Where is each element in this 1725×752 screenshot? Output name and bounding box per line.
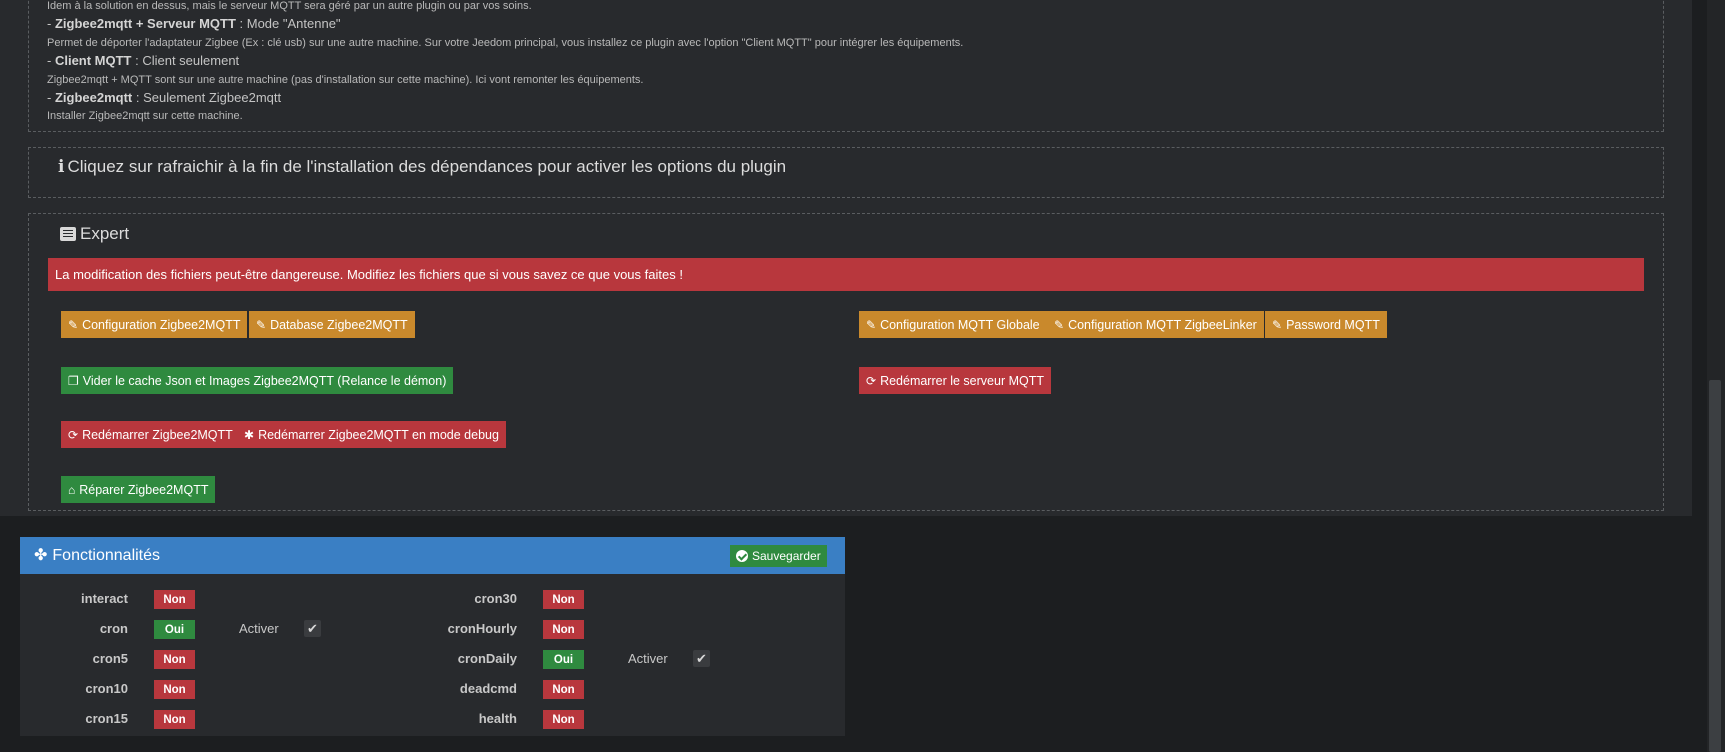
activate-cron-checkbox[interactable]: ✔ bbox=[304, 620, 321, 637]
refresh-info-message: i Cliquez sur rafraichir à la fin de l'in… bbox=[58, 157, 786, 177]
func-name-interact: interact bbox=[81, 591, 128, 606]
list-alt-icon bbox=[60, 227, 76, 241]
save-label: Sauvegarder bbox=[752, 549, 821, 563]
button-label: Redémarrer Zigbee2MQTT bbox=[82, 427, 233, 442]
password-mqtt-button[interactable]: ✎ Password MQTT bbox=[1265, 311, 1387, 338]
check-circle-icon bbox=[736, 550, 748, 562]
config-mqtt-globale-button[interactable]: ✎ Configuration MQTT Globale bbox=[859, 311, 1047, 338]
refresh-icon: ⟳ bbox=[68, 427, 79, 442]
mode-name: Client MQTT bbox=[54, 53, 132, 68]
status-badge: Non bbox=[543, 590, 584, 609]
func-name-cron30: cron30 bbox=[474, 591, 517, 606]
restart-mqtt-server-button[interactable]: ⟳ Redémarrer le serveur MQTT bbox=[859, 367, 1051, 394]
restart-zigbee2mqtt-debug-button[interactable]: ✱ Redémarrer Zigbee2MQTT en mode debug bbox=[237, 421, 506, 448]
status-badge: Non bbox=[154, 680, 195, 699]
status-badge: Non bbox=[154, 710, 195, 729]
save-button[interactable]: Sauvegarder bbox=[730, 545, 827, 567]
button-label: Database Zigbee2MQTT bbox=[270, 317, 408, 332]
mode-label: : Mode "Antenne" bbox=[235, 16, 341, 31]
puzzle-icon: ✤ bbox=[34, 546, 48, 564]
func-name-cron10: cron10 bbox=[85, 681, 128, 696]
mode-name: Zigbee2mqtt + Serveur MQTT bbox=[54, 16, 236, 31]
mode-name: Zigbee2mqtt bbox=[54, 90, 133, 105]
mode-description: Zigbee2mqtt + MQTT sont sur une autre ma… bbox=[47, 74, 644, 86]
edit-icon: ✎ bbox=[1272, 317, 1283, 332]
activate-label: Activer bbox=[239, 621, 279, 636]
config-mqtt-zigbeelinker-button[interactable]: ✎ Configuration MQTT ZigbeeLinker bbox=[1047, 311, 1264, 338]
status-badge: Non bbox=[154, 650, 195, 669]
activate-crondaily-checkbox[interactable]: ✔ bbox=[693, 650, 710, 667]
bug-icon: ✱ bbox=[244, 427, 255, 442]
check-icon: ✔ bbox=[696, 650, 707, 666]
restart-zigbee2mqtt-button[interactable]: ⟳ Redémarrer Zigbee2MQTT bbox=[61, 421, 240, 448]
copy-icon: ❐ bbox=[68, 373, 79, 388]
dash: - bbox=[47, 90, 55, 105]
func-name-cron5: cron5 bbox=[92, 651, 128, 666]
func-name-health: health bbox=[478, 711, 517, 726]
mode-label: : Client seulement bbox=[131, 53, 240, 68]
status-badge: Oui bbox=[543, 650, 584, 669]
activate-label: Activer bbox=[628, 651, 668, 666]
info-text: Cliquez sur rafraichir à la fin de l'ins… bbox=[67, 157, 787, 176]
mode-description: Installer Zigbee2mqtt sur cette machine. bbox=[47, 110, 243, 122]
mode-option-antenne: - Zigbee2mqtt + Serveur MQTT : Mode "Ant… bbox=[47, 16, 341, 31]
repair-zigbee2mqtt-button[interactable]: ⌂ Réparer Zigbee2MQTT bbox=[61, 476, 216, 503]
expert-title: Expert bbox=[60, 224, 129, 244]
status-badge: Non bbox=[154, 590, 195, 609]
scrollbar-thumb[interactable] bbox=[1709, 380, 1721, 752]
button-label: Redémarrer le serveur MQTT bbox=[880, 373, 1044, 388]
func-name-deadcmd: deadcmd bbox=[459, 681, 517, 696]
dash: - bbox=[47, 16, 55, 31]
edit-icon: ✎ bbox=[866, 317, 877, 332]
edit-icon: ✎ bbox=[1054, 317, 1065, 332]
dash: - bbox=[47, 53, 55, 68]
config-zigbee2mqtt-button[interactable]: ✎ Configuration Zigbee2MQTT bbox=[61, 311, 248, 338]
button-label: Password MQTT bbox=[1286, 317, 1380, 332]
button-label: Configuration MQTT Globale bbox=[880, 317, 1040, 332]
mode-label: : Seulement Zigbee2mqtt bbox=[132, 90, 282, 105]
status-badge: Non bbox=[543, 620, 584, 639]
description-line: Idem à la solution en dessus, mais le se… bbox=[47, 0, 532, 12]
func-name-cron: cron bbox=[99, 621, 128, 636]
danger-warning: La modification des fichiers peut-être d… bbox=[48, 258, 1644, 291]
button-label: Redémarrer Zigbee2MQTT en mode debug bbox=[258, 427, 499, 442]
home-icon: ⌂ bbox=[68, 482, 76, 497]
button-label: Configuration MQTT ZigbeeLinker bbox=[1068, 317, 1257, 332]
button-label: Vider le cache Json et Images Zigbee2MQT… bbox=[82, 373, 447, 388]
expert-title-text: Expert bbox=[80, 224, 130, 243]
clear-cache-button[interactable]: ❐ Vider le cache Json et Images Zigbee2MQ… bbox=[61, 367, 454, 394]
status-badge: Oui bbox=[154, 620, 195, 639]
func-name-crondaily: cronDaily bbox=[457, 651, 517, 666]
func-name-cron15: cron15 bbox=[85, 711, 128, 726]
mode-option-z2m-only: - Zigbee2mqtt : Seulement Zigbee2mqtt bbox=[47, 90, 281, 105]
button-label: Configuration Zigbee2MQTT bbox=[82, 317, 241, 332]
check-icon: ✔ bbox=[307, 620, 318, 636]
button-label: Réparer Zigbee2MQTT bbox=[79, 482, 209, 497]
database-zigbee2mqtt-button[interactable]: ✎ Database Zigbee2MQTT bbox=[249, 311, 415, 338]
status-badge: Non bbox=[543, 710, 584, 729]
functionalities-header: ✤ Fonctionnalités bbox=[20, 537, 845, 574]
func-name-cronhourly: cronHourly bbox=[447, 621, 517, 636]
edit-icon: ✎ bbox=[256, 317, 267, 332]
status-badge: Non bbox=[543, 680, 584, 699]
mode-description: Permet de déporter l'adaptateur Zigbee (… bbox=[47, 37, 964, 49]
functionalities-title: Fonctionnalités bbox=[52, 546, 161, 564]
mode-option-client: - Client MQTT : Client seulement bbox=[47, 53, 239, 68]
info-icon: i bbox=[58, 157, 65, 177]
edit-icon: ✎ bbox=[68, 317, 79, 332]
refresh-icon: ⟳ bbox=[866, 373, 877, 388]
